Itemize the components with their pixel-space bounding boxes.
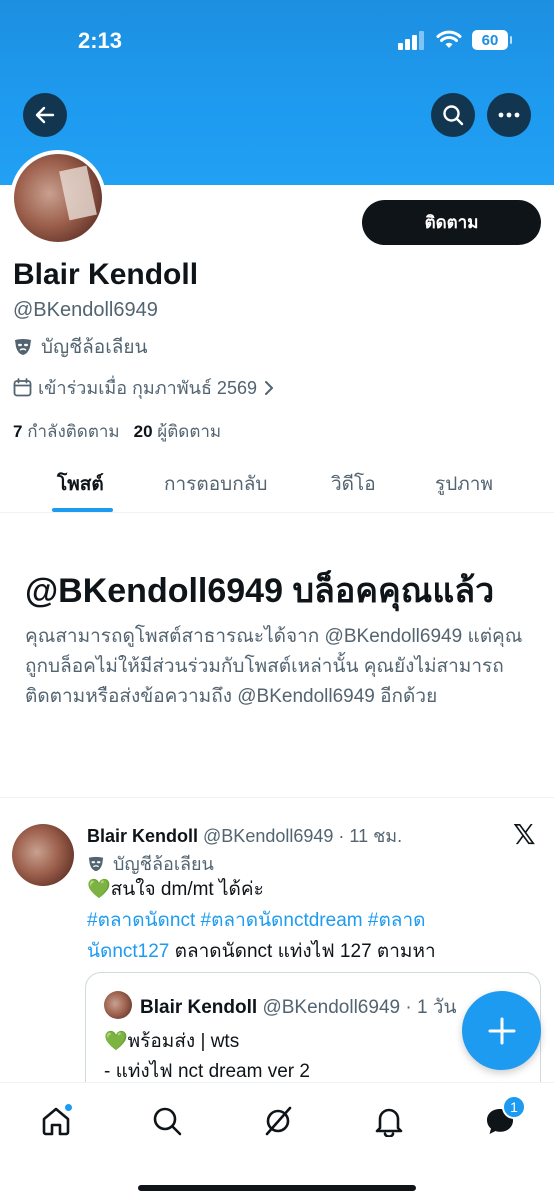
profile-tabs: โพสต์ การตอบกลับ วิดีโอ รูปภาพ bbox=[0, 456, 554, 513]
followers-label: ผู้ติดตาม bbox=[157, 422, 222, 441]
tab-replies[interactable]: การตอบกลับ bbox=[164, 469, 267, 499]
tweet-header: Blair Kendoll @BKendoll6949 · 11 ชม. bbox=[87, 821, 402, 850]
tab-videos[interactable]: วิดีโอ bbox=[331, 469, 376, 499]
followers-count: 20 bbox=[133, 422, 153, 441]
quote-author-name: Blair Kendoll bbox=[140, 997, 258, 1018]
plus-icon bbox=[488, 1017, 515, 1044]
nav-grok[interactable] bbox=[258, 1101, 298, 1141]
follow-button[interactable]: ติดตาม bbox=[362, 200, 541, 245]
display-name: Blair Kendoll bbox=[13, 258, 199, 291]
section-divider bbox=[0, 797, 554, 798]
search-button[interactable] bbox=[431, 93, 475, 137]
chevron-right-icon bbox=[264, 380, 273, 395]
bottom-navigation: 1 bbox=[0, 1082, 554, 1200]
calendar-icon bbox=[13, 378, 32, 397]
arrow-left-icon bbox=[35, 106, 55, 124]
status-icons: 60 bbox=[398, 30, 512, 50]
tweet-tail-text: ตลาดนัดnct แท่งไฟ 127 ตามหา bbox=[169, 941, 436, 962]
battery-indicator: 60 bbox=[472, 30, 512, 50]
followers-link[interactable]: 20 ผู้ติดตาม bbox=[134, 418, 222, 445]
parody-label: บัญชีล้อเลียน bbox=[13, 332, 147, 362]
more-button[interactable] bbox=[487, 93, 531, 137]
tweet-avatar[interactable] bbox=[12, 824, 74, 886]
joined-text: เข้าร่วมเมื่อ กุมภาพันธ์ 2569 bbox=[38, 378, 257, 398]
tweet-meta: @BKendoll6949 · 11 ชม. bbox=[203, 826, 403, 846]
following-label: กำลังติดตาม bbox=[27, 422, 120, 441]
following-count: 7 bbox=[13, 422, 23, 441]
quote-avatar bbox=[104, 991, 132, 1019]
following-link[interactable]: 7 กำลังติดตาม bbox=[13, 418, 120, 445]
home-indicator bbox=[138, 1185, 416, 1191]
tweet-line: 💚สนใจ dm/mt ได้ค่ะ bbox=[87, 879, 264, 900]
messages-badge: 1 bbox=[502, 1095, 526, 1119]
nav-messages[interactable]: 1 bbox=[480, 1095, 526, 1141]
search-icon bbox=[443, 105, 464, 126]
bell-icon bbox=[375, 1108, 403, 1137]
back-button[interactable] bbox=[23, 93, 67, 137]
tab-photos[interactable]: รูปภาพ bbox=[435, 469, 493, 499]
search-icon bbox=[153, 1107, 182, 1136]
status-time: 2:13 bbox=[78, 28, 123, 53]
blocked-title: @BKendoll6949 บล็อคคุณแล้ว bbox=[25, 572, 495, 610]
nav-search[interactable] bbox=[147, 1101, 187, 1141]
quote-line: 💚พร้อมส่ง | wts bbox=[104, 1031, 240, 1052]
signal-icon bbox=[398, 31, 424, 50]
x-logo-icon: 𝕏 bbox=[513, 819, 536, 850]
quote-text: 💚พร้อมส่ง | wts - แท่งไฟ nct dream ver 2 bbox=[104, 1027, 310, 1087]
more-icon bbox=[498, 112, 520, 118]
quote-header: Blair Kendoll @BKendoll6949 · 1 วัน bbox=[140, 992, 456, 1022]
blocked-description: คุณสามารถดูโพสต์สาธารณะได้จาก @BKendoll6… bbox=[25, 626, 523, 707]
compose-button[interactable] bbox=[462, 991, 541, 1070]
wifi-icon bbox=[436, 30, 462, 48]
follow-stats: 7 กำลังติดตาม 20 ผู้ติดตาม bbox=[13, 418, 221, 445]
hashtag-link[interactable]: #ตลาดนัดnctdream bbox=[201, 910, 363, 931]
tab-posts[interactable]: โพสต์ bbox=[57, 469, 104, 499]
nav-notifications[interactable] bbox=[369, 1101, 409, 1141]
active-tab-indicator bbox=[52, 508, 113, 512]
nav-home[interactable] bbox=[36, 1101, 76, 1141]
joined-date[interactable]: เข้าร่วมเมื่อ กุมภาพันธ์ 2569 bbox=[13, 373, 275, 402]
profile-avatar[interactable] bbox=[10, 150, 106, 246]
tweet-author-name[interactable]: Blair Kendoll bbox=[87, 826, 198, 846]
quote-meta: @BKendoll6949 · 1 วัน bbox=[262, 997, 457, 1018]
home-notification-dot bbox=[64, 1103, 73, 1112]
theater-mask-icon bbox=[15, 339, 31, 355]
handle: @BKendoll6949 bbox=[13, 299, 158, 321]
theater-mask-icon bbox=[88, 856, 104, 871]
hashtag-link[interactable]: #ตลาดนัดnct bbox=[87, 910, 195, 931]
tweet-text: 💚สนใจ dm/mt ได้ค่ะ #ตลาดนัดnct #ตลาดนัดn… bbox=[87, 874, 487, 967]
parody-text: บัญชีล้อเลียน bbox=[41, 337, 148, 358]
grok-icon bbox=[265, 1106, 292, 1136]
